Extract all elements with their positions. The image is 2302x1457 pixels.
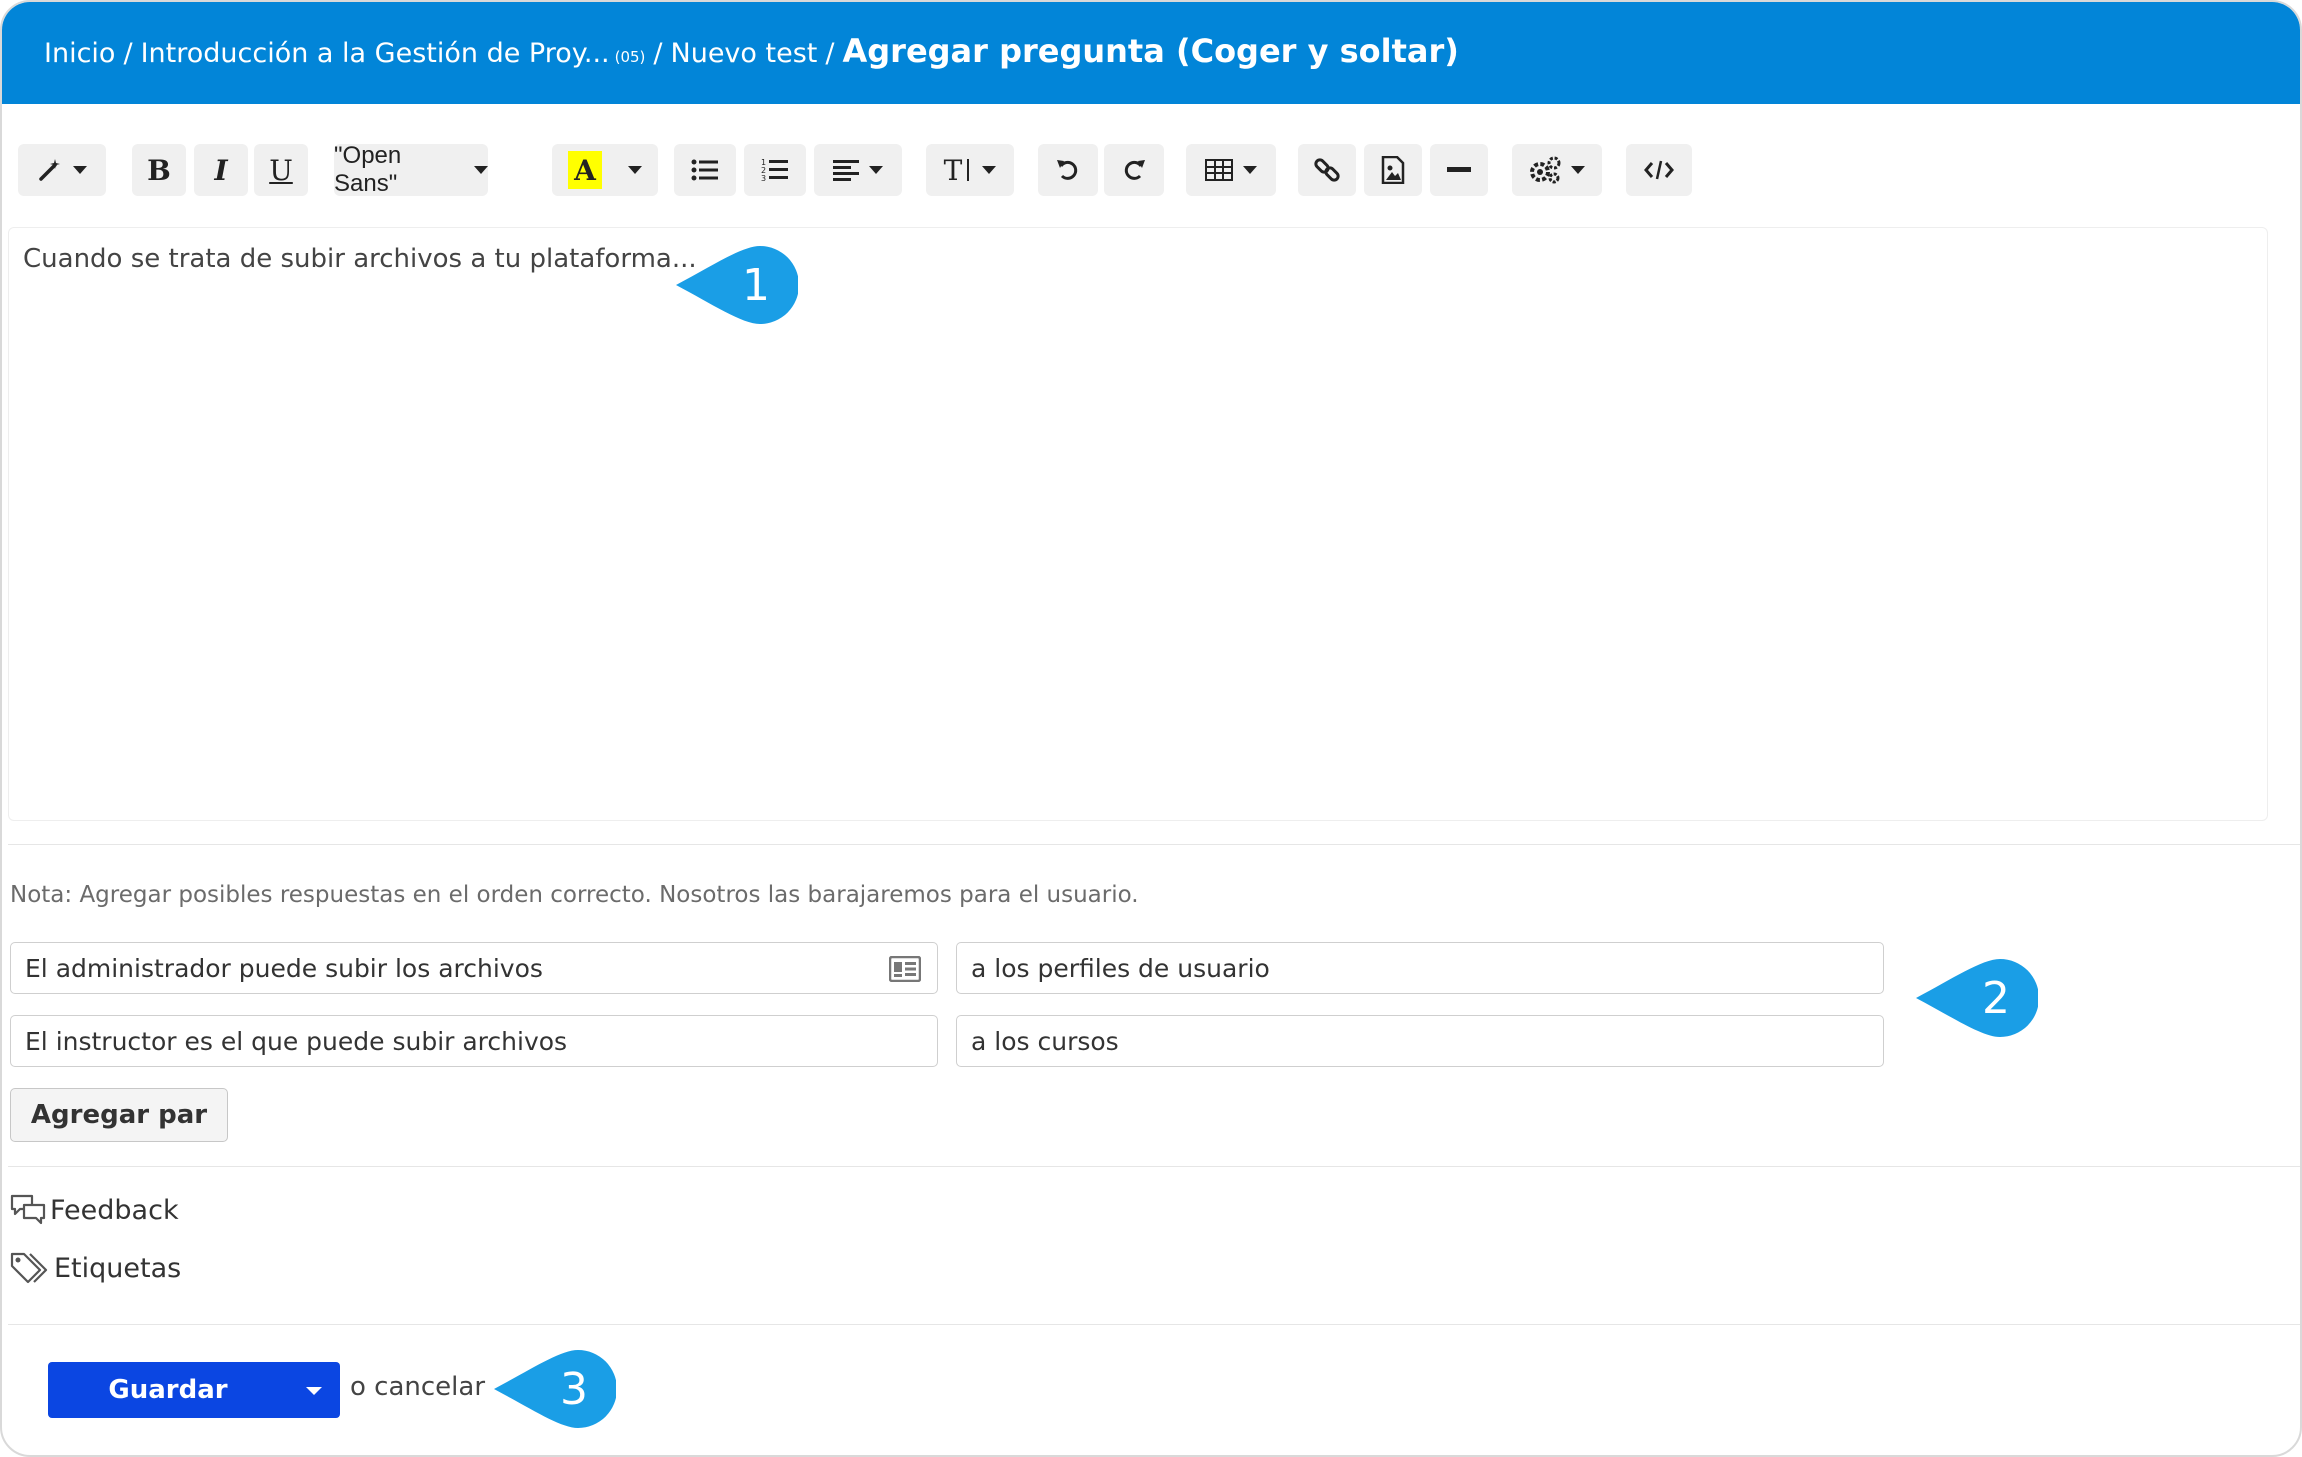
chat-bubbles-icon xyxy=(10,1194,46,1225)
table-icon xyxy=(1205,159,1233,181)
numbered-list-icon: 1 2 3 xyxy=(761,158,788,183)
chevron-down-icon xyxy=(628,166,642,174)
feedback-section-toggle[interactable]: Feedback xyxy=(10,1194,179,1226)
pair-1-left-input[interactable]: El administrador puede subir los archivo… xyxy=(10,942,938,994)
underline-icon: U xyxy=(269,153,293,187)
align-button[interactable] xyxy=(814,144,902,196)
tags-section-toggle[interactable]: Etiquetas xyxy=(10,1251,181,1285)
divider xyxy=(8,844,2300,845)
contact-card-icon xyxy=(889,956,921,982)
text-size-button[interactable]: T xyxy=(926,144,1014,196)
callout-marker-1: 1 xyxy=(676,246,798,324)
tag-icon xyxy=(10,1252,48,1284)
pair-2-left-input[interactable]: El instructor es el que puede subir arch… xyxy=(10,1015,938,1067)
header-bar: Inicio / Introducción a la Gestión de Pr… xyxy=(2,2,2300,104)
divider xyxy=(8,1166,2300,1167)
font-family-select[interactable]: "Open Sans" xyxy=(334,142,488,197)
breadcrumb: Inicio / Introducción a la Gestión de Pr… xyxy=(44,32,1459,70)
chevron-down-icon xyxy=(1243,166,1257,174)
undo-button[interactable] xyxy=(1038,144,1098,196)
italic-button[interactable]: I xyxy=(194,144,248,196)
breadcrumb-course-code: (05) xyxy=(614,48,646,66)
editor-content: Cuando se trata de subir archivos a tu p… xyxy=(23,244,697,274)
chevron-down-icon xyxy=(1571,166,1585,174)
settings-button[interactable] xyxy=(1512,144,1602,196)
breadcrumb-separator: / xyxy=(123,38,133,69)
chevron-down-icon xyxy=(474,166,488,174)
link-button[interactable] xyxy=(1298,144,1356,196)
tags-label: Etiquetas xyxy=(54,1252,182,1284)
cancel-link[interactable]: o cancelar xyxy=(350,1372,485,1402)
pair-1-left-value: El administrador puede subir los archivo… xyxy=(25,953,543,983)
link-icon xyxy=(1314,158,1340,182)
font-color-button[interactable]: A xyxy=(552,144,658,196)
callout-number: 2 xyxy=(1982,973,2010,1024)
save-label: Guardar xyxy=(108,1375,228,1405)
numbered-list-button[interactable]: 1 2 3 xyxy=(744,144,806,196)
pair-2-left-value: El instructor es el que puede subir arch… xyxy=(25,1026,568,1056)
page-title: Agregar pregunta (Coger y soltar) xyxy=(842,32,1459,70)
bullet-list-button[interactable] xyxy=(674,144,736,196)
breadcrumb-course[interactable]: Introducción a la Gestión de Proy... xyxy=(141,38,610,69)
horizontal-rule-button[interactable] xyxy=(1430,144,1488,196)
font-family-value: "Open Sans" xyxy=(334,142,402,197)
divider xyxy=(8,1324,2300,1325)
code-view-button[interactable] xyxy=(1626,144,1692,196)
gears-icon xyxy=(1530,156,1561,184)
redo-icon xyxy=(1124,160,1145,180)
pair-1-right-value: a los perfiles de usuario xyxy=(971,953,1270,983)
question-editor[interactable]: Cuando se trata de subir archivos a tu p… xyxy=(8,227,2268,821)
chevron-down-icon[interactable] xyxy=(306,1387,322,1395)
pair-2-right-input[interactable]: a los cursos xyxy=(956,1015,1884,1067)
bold-icon: B xyxy=(147,153,171,187)
bullet-list-icon xyxy=(691,159,718,181)
feedback-label: Feedback xyxy=(50,1194,179,1226)
svg-text:3: 3 xyxy=(761,174,766,183)
pair-1-right-input[interactable]: a los perfiles de usuario xyxy=(956,942,1884,994)
pair-2-right-value: a los cursos xyxy=(971,1026,1119,1056)
breadcrumb-separator: / xyxy=(653,38,663,69)
breadcrumb-separator: / xyxy=(825,38,835,69)
underline-button[interactable]: U xyxy=(254,144,308,196)
image-button[interactable] xyxy=(1364,144,1422,196)
breadcrumb-test[interactable]: Nuevo test xyxy=(671,38,818,69)
font-color-icon: A xyxy=(568,151,602,189)
breadcrumb-home[interactable]: Inicio xyxy=(44,38,115,69)
callout-number: 3 xyxy=(560,1364,588,1415)
italic-icon: I xyxy=(214,153,228,187)
save-button[interactable]: Guardar xyxy=(48,1362,340,1418)
undo-icon xyxy=(1057,160,1078,180)
table-button[interactable] xyxy=(1186,144,1276,196)
chevron-down-icon xyxy=(982,166,997,174)
add-pair-button[interactable]: Agregar par xyxy=(10,1088,228,1142)
chevron-down-icon xyxy=(73,166,87,174)
horizontal-rule-icon xyxy=(1447,167,1471,172)
redo-button[interactable] xyxy=(1104,144,1164,196)
bold-button[interactable]: B xyxy=(132,144,186,196)
callout-marker-3: 3 xyxy=(494,1350,616,1428)
chevron-down-icon xyxy=(869,166,883,174)
callout-marker-2: 2 xyxy=(1916,959,2038,1037)
magic-wand-icon xyxy=(39,159,60,181)
page-frame: Inicio / Introducción a la Gestión de Pr… xyxy=(0,0,2302,1457)
style-magic-button[interactable] xyxy=(18,144,106,196)
align-left-icon xyxy=(833,160,859,181)
code-icon xyxy=(1644,160,1674,180)
image-icon xyxy=(1381,156,1405,184)
text-size-icon: T xyxy=(943,153,963,187)
answers-note: Nota: Agregar posibles respuestas en el … xyxy=(10,882,1139,908)
text-size-arrow-icon xyxy=(967,159,970,181)
callout-number: 1 xyxy=(742,260,770,311)
